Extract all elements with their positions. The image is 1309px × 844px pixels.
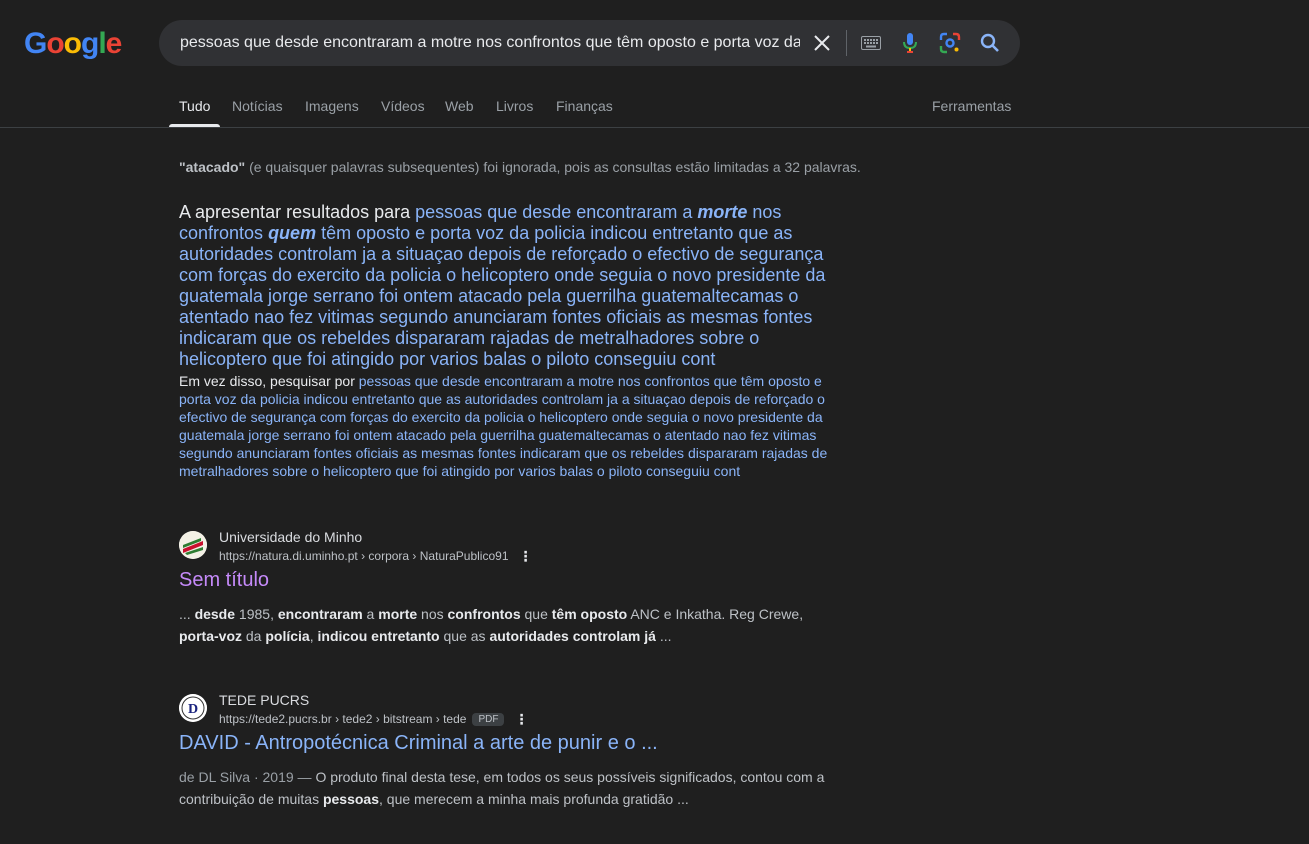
tools-button[interactable]: Ferramentas bbox=[932, 98, 1011, 114]
tab-web[interactable]: Web bbox=[445, 98, 474, 114]
header: Google pessoas que desde encontraram a m… bbox=[0, 0, 1309, 128]
tab-livros[interactable]: Livros bbox=[496, 98, 533, 114]
more-options-icon[interactable]: ⋮ bbox=[514, 711, 528, 728]
spelling-correction: A apresentar resultados para pessoas que… bbox=[179, 202, 839, 370]
active-tab-indicator bbox=[169, 124, 220, 127]
result-meta: de DL Silva · 2019 — bbox=[179, 769, 316, 785]
google-logo[interactable]: Google bbox=[24, 28, 122, 60]
showing-results-for-label: A apresentar resultados para bbox=[179, 202, 416, 222]
keyboard-icon[interactable] bbox=[856, 28, 886, 58]
search-icon[interactable] bbox=[975, 28, 1005, 58]
query-limit-notice: "atacado" (e quaisquer palavras subseque… bbox=[179, 159, 861, 175]
tab-tudo[interactable]: Tudo bbox=[179, 98, 210, 114]
svg-text:D: D bbox=[188, 702, 198, 717]
result-title-link[interactable]: DAVID - Antropotécnica Criminal a arte d… bbox=[179, 732, 658, 755]
search-box[interactable]: pessoas que desde encontraram a motre no… bbox=[159, 20, 1020, 66]
result-site-name[interactable]: TEDE PUCRS bbox=[219, 692, 309, 708]
result-url[interactable]: https://natura.di.uminho.pt › corpora › … bbox=[219, 548, 533, 565]
search-instead: Em vez disso, pesquisar por pessoas que … bbox=[179, 372, 839, 480]
result-title-link[interactable]: Sem título bbox=[179, 569, 269, 592]
uminho-favicon-icon bbox=[179, 531, 207, 559]
result-snippet: de DL Silva · 2019 — O produto final des… bbox=[179, 769, 825, 807]
notice-text: (e quaisquer palavras subsequentes) foi … bbox=[245, 159, 861, 175]
close-icon[interactable] bbox=[807, 28, 837, 58]
result-url[interactable]: https://tede2.pucrs.br › tede2 › bitstre… bbox=[219, 711, 528, 728]
pdf-badge: PDF bbox=[472, 713, 505, 726]
ignored-term: "atacado" bbox=[179, 159, 246, 175]
tab-imagens[interactable]: Imagens bbox=[305, 98, 359, 114]
corrected-query-link[interactable]: pessoas que desde encontraram a morte no… bbox=[179, 202, 825, 369]
result-snippet: ... desde 1985, encontraram a morte nos … bbox=[179, 606, 804, 644]
search-instead-label: Em vez disso, pesquisar por bbox=[179, 373, 359, 389]
tab-videos[interactable]: Vídeos bbox=[381, 98, 425, 114]
search-input[interactable]: pessoas que desde encontraram a motre no… bbox=[180, 33, 800, 53]
tab-noticias[interactable]: Notícias bbox=[232, 98, 283, 114]
tede-favicon-icon: D bbox=[179, 694, 207, 722]
search-divider bbox=[846, 30, 847, 56]
microphone-icon[interactable] bbox=[895, 28, 925, 58]
tab-financas[interactable]: Finanças bbox=[556, 98, 613, 114]
more-options-icon[interactable]: ⋮ bbox=[519, 548, 533, 565]
result-site-name[interactable]: Universidade do Minho bbox=[219, 529, 362, 545]
lens-icon[interactable] bbox=[935, 28, 965, 58]
